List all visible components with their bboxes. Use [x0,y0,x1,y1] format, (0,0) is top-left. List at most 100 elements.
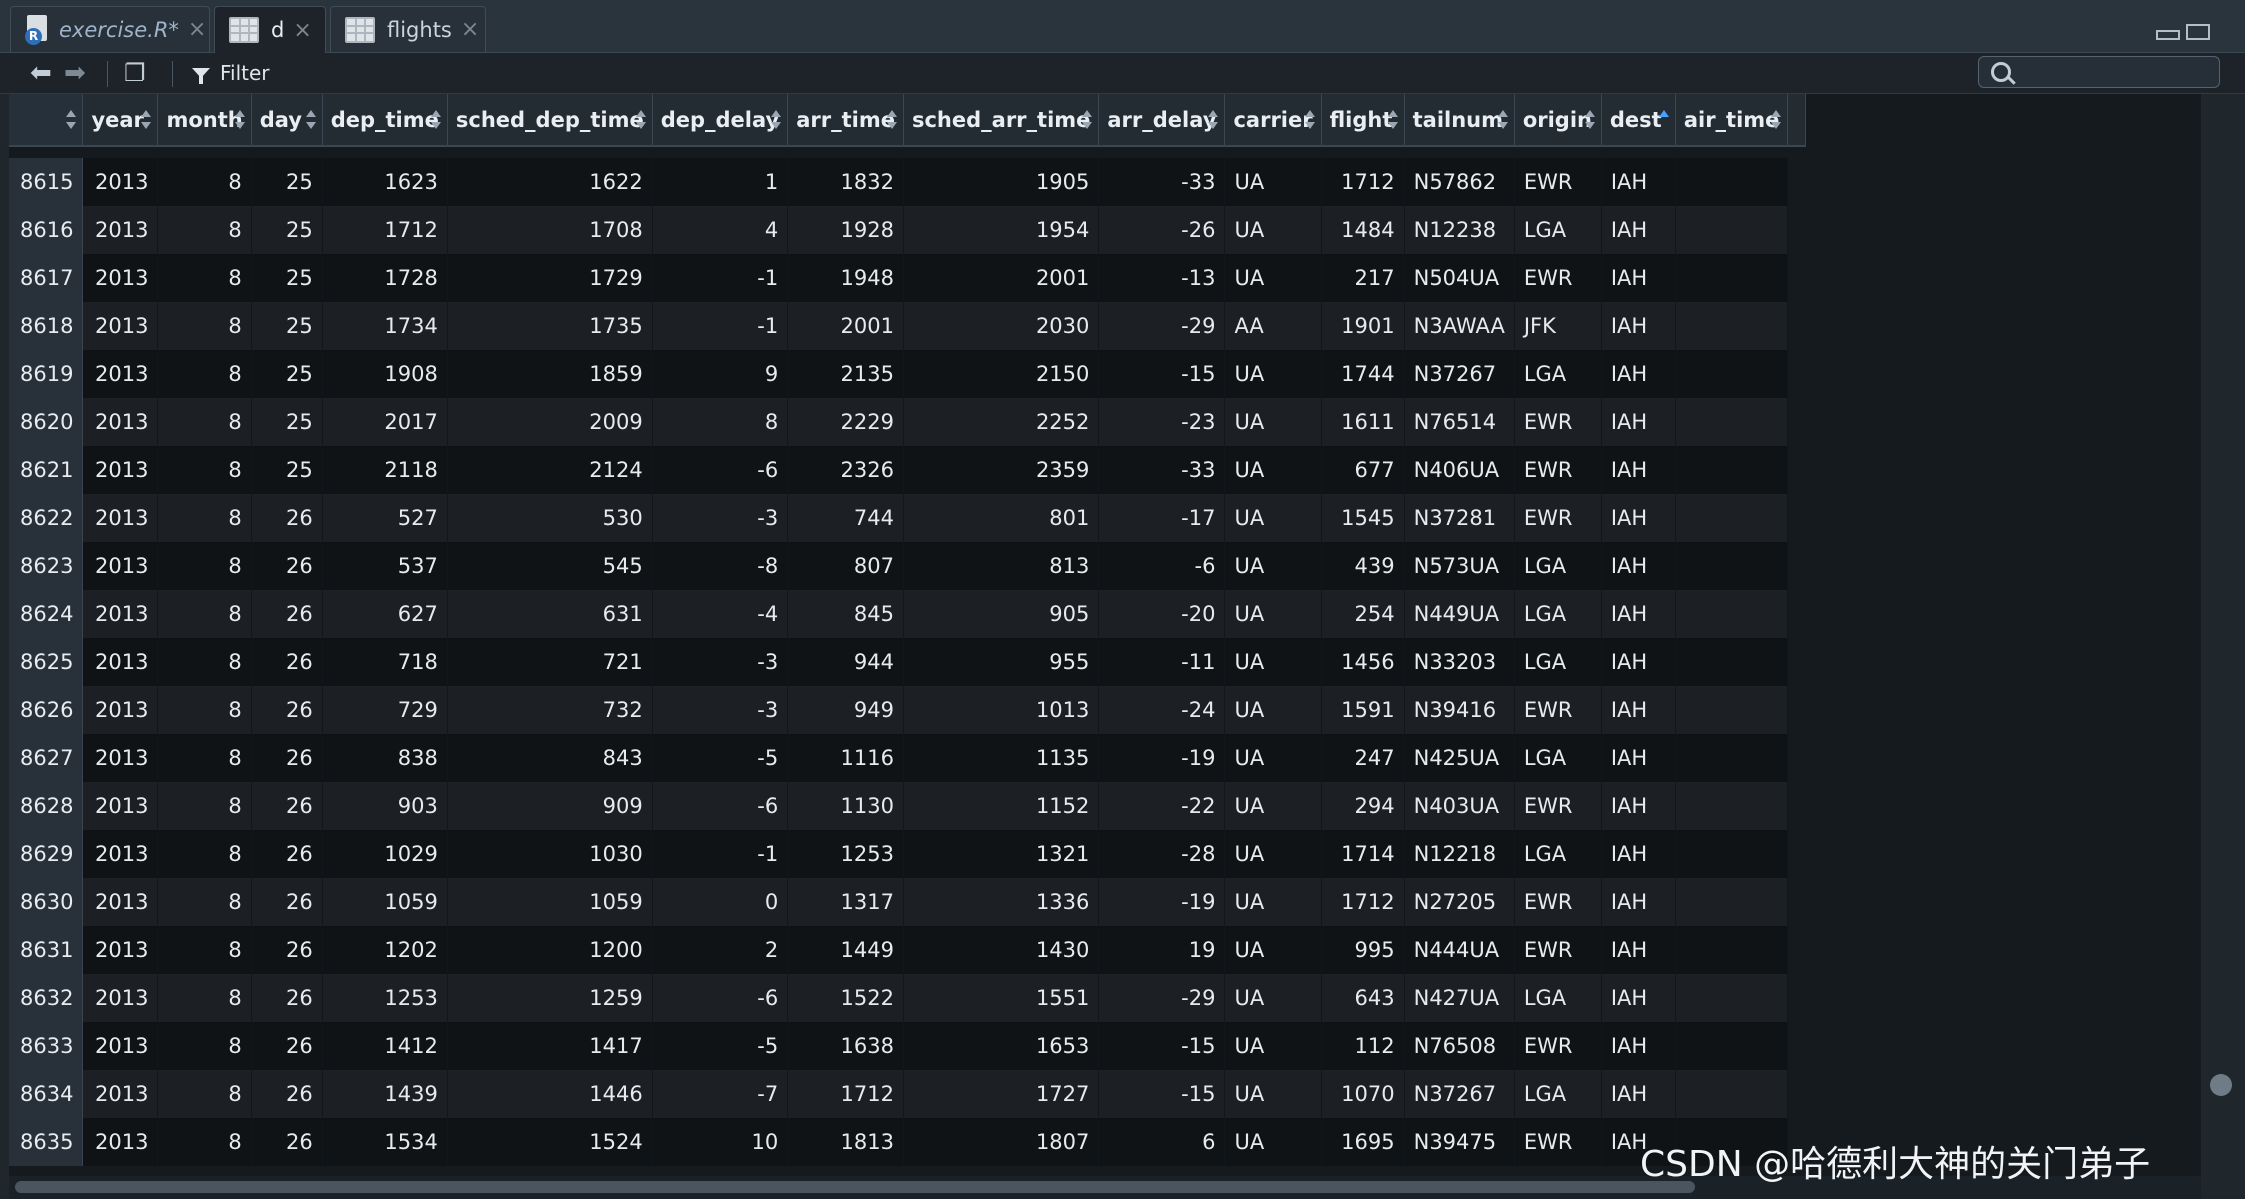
maximize-icon[interactable] [2186,24,2210,40]
cell-air-time [1675,398,1789,446]
table-row[interactable]: 8615 2013 8 25 1623 1622 1 1832 1905 -33 UA 1712 N57… [9,158,1806,206]
row-number: 8635 [9,1118,84,1166]
close-icon[interactable]: × [293,18,311,43]
cell-sched-dep-time: 1417 [447,1022,653,1070]
cell-dep-time: 838 [322,734,448,782]
cell-tailnum: N76508 [1404,1022,1515,1070]
cell-dep-time: 537 [322,542,448,590]
cell-air-time [1675,878,1789,926]
column-header-flight[interactable]: flight [1321,94,1405,147]
table-row[interactable]: 8616 2013 8 25 1712 1708 4 1928 1954 -26 UA 1484 N12… [9,206,1806,254]
vertical-scrollbar[interactable] [2202,94,2245,1184]
cell-tailnum: N76514 [1404,398,1515,446]
table-row[interactable]: 8627 2013 8 26 838 843 -5 1116 1135 -19 UA 247 N425U… [9,734,1806,782]
cell-sched-dep-time: 2009 [447,398,653,446]
cell-tailnum: N12238 [1404,206,1515,254]
cell-month: 8 [157,158,252,206]
column-header-day[interactable]: day [251,94,323,147]
cell-arr-delay: -11 [1098,638,1226,686]
cell-origin: EWR [1514,1118,1602,1166]
minimize-icon[interactable] [2156,30,2180,40]
table-row[interactable]: 8618 2013 8 25 1734 1735 -1 2001 2030 -29 AA 1901 N3… [9,302,1806,350]
cell-year: 2013 [82,734,159,782]
column-header-month[interactable]: month [157,94,252,147]
cell-sched-dep-time: 2124 [447,446,653,494]
cell-sched-dep-time: 1622 [447,158,653,206]
table-row[interactable]: 8631 2013 8 26 1202 1200 2 1449 1430 19 UA 995 N444U… [9,926,1806,974]
back-arrow-icon[interactable]: ⬅ [30,60,52,86]
table-row[interactable]: 8624 2013 8 26 627 631 -4 845 905 -20 UA 254 N449UA L… [9,590,1806,638]
table-row[interactable]: 8626 2013 8 26 729 732 -3 949 1013 -24 UA 1591 N3941… [9,686,1806,734]
cell-tailnum: N37267 [1404,350,1515,398]
search-input[interactable] [2023,59,2217,87]
close-icon[interactable]: × [188,17,206,42]
column-header-dest[interactable]: dest [1601,94,1676,147]
table-row[interactable]: 8633 2013 8 26 1412 1417 -5 1638 1653 -15 UA 112 N76… [9,1022,1806,1070]
table-row[interactable]: 8632 2013 8 26 1253 1259 -6 1522 1551 -29 UA 643 N42… [9,974,1806,1022]
table-row[interactable]: 8620 2013 8 25 2017 2009 8 2229 2252 -23 UA 1611 N76… [9,398,1806,446]
table-row[interactable]: 8629 2013 8 26 1029 1030 -1 1253 1321 -28 UA 1714 N1… [9,830,1806,878]
popout-window-icon[interactable]: ❐ [124,61,146,85]
table-row[interactable]: 8628 2013 8 26 903 909 -6 1130 1152 -22 UA 294 N403U… [9,782,1806,830]
table-row[interactable]: 8625 2013 8 26 718 721 -3 944 955 -11 UA 1456 N33203… [9,638,1806,686]
cell-air-time [1675,494,1789,542]
column-header-arr-delay[interactable]: arr_delay [1098,94,1226,147]
tab-flights[interactable]: flights × [330,6,486,52]
cell-sched-arr-time: 1135 [903,734,1100,782]
table-row[interactable]: 8617 2013 8 25 1728 1729 -1 1948 2001 -13 UA 217 N50… [9,254,1806,302]
cell-arr-time: 2326 [787,446,904,494]
sort-icon [1304,110,1315,132]
cell-dep-time: 1412 [322,1022,448,1070]
tab-exercise-r[interactable]: R exercise.R* × [10,6,210,52]
cell-flight: 677 [1321,446,1405,494]
table-row[interactable]: 8630 2013 8 26 1059 1059 0 1317 1336 -19 UA 1712 N27… [9,878,1806,926]
cell-dest: IAH [1601,1070,1676,1118]
cell-day: 26 [251,734,323,782]
column-header-sched-arr-time[interactable]: sched_arr_time [903,94,1100,147]
cell-dep-delay: 4 [652,206,789,254]
cell-dep-delay: -3 [652,686,789,734]
table-row[interactable]: 8622 2013 8 26 527 530 -3 744 801 -17 UA 1545 N37281… [9,494,1806,542]
forward-arrow-icon[interactable]: ➡ [64,60,86,86]
tab-label: d [271,18,285,42]
cell-tailnum: N449UA [1404,590,1515,638]
cell-flight: 247 [1321,734,1405,782]
cell-tailnum: N504UA [1404,254,1515,302]
column-header-dep-time[interactable]: dep_time [322,94,448,147]
cell-sched-dep-time: 1030 [447,830,653,878]
tab-d[interactable]: d × [214,6,326,53]
column-header-carrier[interactable]: carrier [1224,94,1322,147]
column-header-label: dep_delay [660,107,780,132]
cell-sched-dep-time: 721 [447,638,653,686]
row-number-header[interactable] [9,94,84,147]
cell-month: 8 [157,686,252,734]
cell-dep-delay: 10 [652,1118,789,1166]
cell-flight: 1712 [1321,878,1405,926]
table-row[interactable]: 8619 2013 8 25 1908 1859 9 2135 2150 -15 UA 1744 N37… [9,350,1806,398]
cell-sched-arr-time: 2252 [903,398,1100,446]
column-header-dep-delay[interactable]: dep_delay [652,94,789,147]
column-header-tailnum[interactable]: tailnum [1404,94,1515,147]
cell-flight: 1484 [1321,206,1405,254]
column-header-air-time[interactable]: air_time [1675,94,1789,147]
cell-arr-delay: -19 [1098,878,1226,926]
column-header-sched-dep-time[interactable]: sched_dep_time [447,94,653,147]
table-row[interactable]: 8635 2013 8 26 1534 1524 10 1813 1807 6 UA 1695 N394… [9,1118,1806,1166]
table-row[interactable]: 8621 2013 8 25 2118 2124 -6 2326 2359 -33 UA 677 N40… [9,446,1806,494]
sort-icon [1208,110,1219,132]
column-header-arr-time[interactable]: arr_time [787,94,904,147]
filter-button[interactable]: Filter [192,57,270,89]
column-header-origin[interactable]: origin [1514,94,1602,147]
cell-arr-time: 2001 [787,302,904,350]
vertical-scroll-thumb[interactable] [2210,1074,2232,1096]
table-row[interactable]: 8623 2013 8 26 537 545 -8 807 813 -6 UA 439 N573UA LG… [9,542,1806,590]
cell-sched-arr-time: 2359 [903,446,1100,494]
horizontal-scroll-thumb[interactable] [15,1181,1695,1193]
column-header-label: flight [1329,107,1393,132]
search-box[interactable] [1978,56,2220,88]
cell-arr-delay: -13 [1098,254,1226,302]
column-header-year[interactable]: year [82,94,159,147]
cell-sched-arr-time: 905 [903,590,1100,638]
table-row[interactable]: 8634 2013 8 26 1439 1446 -7 1712 1727 -15 UA 1070 N3… [9,1070,1806,1118]
close-icon[interactable]: × [461,17,479,42]
